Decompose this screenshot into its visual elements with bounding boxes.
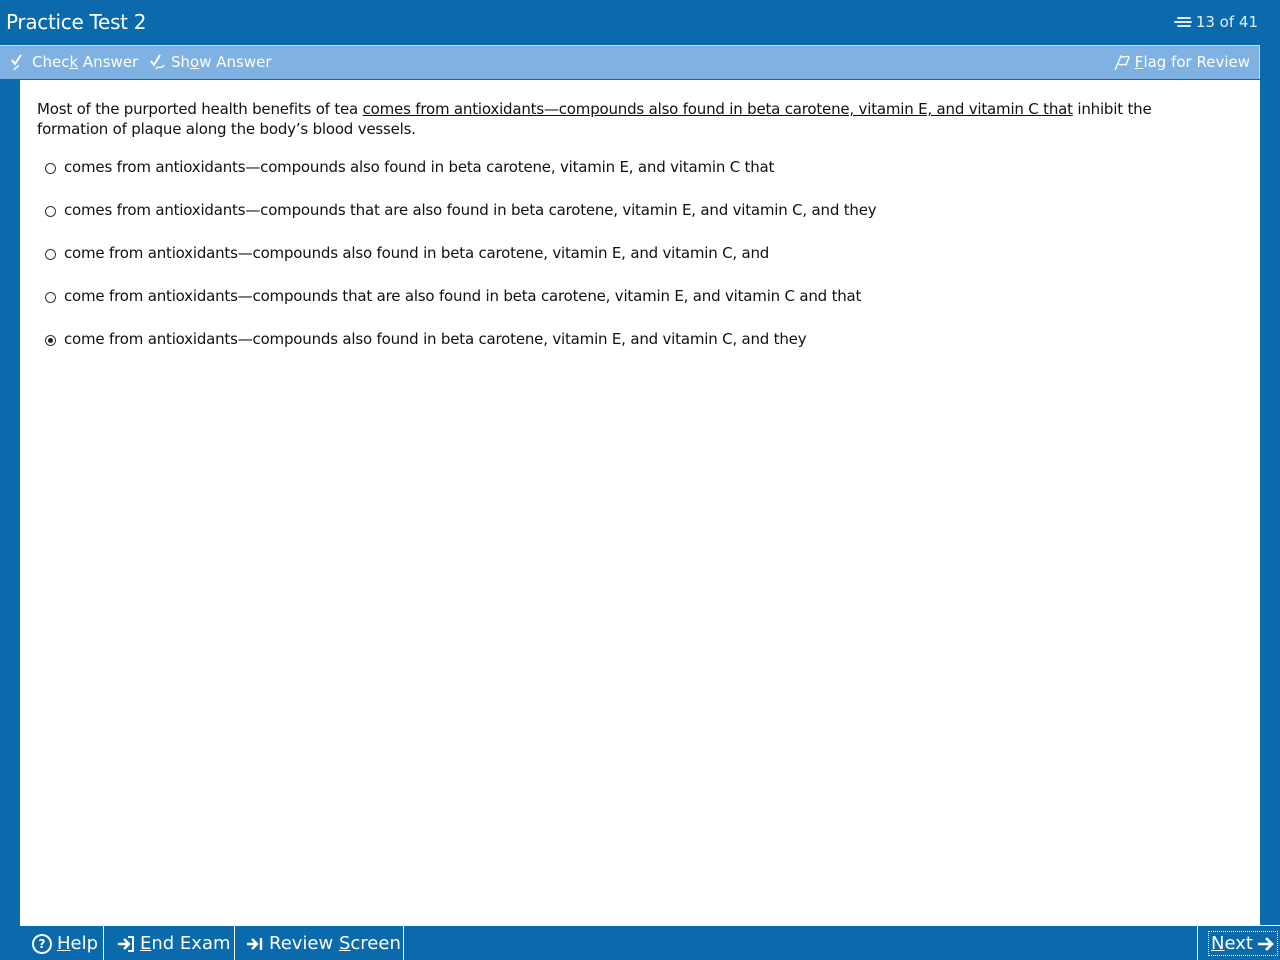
question-prefix: Most of the purported health benefits of… bbox=[37, 100, 363, 118]
check-answer-label: Check Answer bbox=[32, 53, 139, 71]
flag-for-review-button[interactable]: Flag for Review bbox=[1113, 53, 1250, 71]
flag-for-review-label: Flag for Review bbox=[1134, 53, 1250, 71]
radio-button[interactable] bbox=[45, 206, 56, 217]
window-title: Practice Test 2 bbox=[6, 10, 147, 34]
answer-option-c[interactable]: come from antioxidants—compounds also fo… bbox=[45, 243, 1225, 263]
help-label: Help bbox=[57, 933, 99, 954]
answer-option-e[interactable]: come from antioxidants—compounds also fo… bbox=[45, 329, 1225, 349]
radio-button[interactable] bbox=[45, 292, 56, 303]
list-icon bbox=[1173, 16, 1192, 28]
help-icon: ? bbox=[32, 933, 52, 954]
end-exam-label: End Exam bbox=[140, 933, 231, 954]
show-answer-label: Show Answer bbox=[171, 53, 272, 71]
answer-options: comes from antioxidants—compounds also f… bbox=[45, 157, 1225, 372]
answer-option-a[interactable]: comes from antioxidants—compounds also f… bbox=[45, 157, 1225, 177]
next-button[interactable]: Next bbox=[1197, 926, 1280, 960]
bottom-navigation-bar: ? Help End Exam Review Screen Next bbox=[20, 925, 1280, 960]
radio-button[interactable] bbox=[45, 163, 56, 174]
question-panel: Most of the purported health benefits of… bbox=[20, 80, 1260, 925]
title-bar: Practice Test 2 13 of 41 bbox=[0, 0, 1280, 44]
review-screen-button[interactable]: Review Screen bbox=[236, 926, 404, 960]
toolbar: Check Answer Show Answer Flag for Review bbox=[0, 45, 1260, 79]
help-button[interactable]: ? Help bbox=[20, 926, 104, 960]
question-counter-text: 13 of 41 bbox=[1195, 13, 1258, 31]
question-underlined-portion: comes from antioxidants—compounds also f… bbox=[362, 100, 1073, 118]
next-arrow-icon bbox=[1257, 936, 1274, 951]
end-exam-icon bbox=[118, 935, 134, 952]
flag-icon bbox=[1114, 54, 1130, 70]
radio-button[interactable] bbox=[45, 335, 56, 346]
review-screen-icon bbox=[247, 937, 263, 950]
question-text: Most of the purported health benefits of… bbox=[37, 99, 1227, 139]
question-counter: 13 of 41 bbox=[1173, 13, 1258, 31]
answer-option-b[interactable]: comes from antioxidants—compounds that a… bbox=[45, 200, 1225, 220]
review-screen-label: Review Screen bbox=[269, 933, 401, 954]
end-exam-button[interactable]: End Exam bbox=[105, 926, 235, 960]
answer-option-d[interactable]: come from antioxidants—compounds that ar… bbox=[45, 286, 1225, 306]
show-answer-button[interactable]: Show Answer bbox=[149, 53, 272, 71]
show-answer-icon bbox=[150, 53, 165, 69]
check-answer-icon bbox=[11, 53, 22, 70]
next-label: Next bbox=[1208, 931, 1278, 956]
answer-option-text: comes from antioxidants—compounds also f… bbox=[64, 158, 775, 176]
exam-window: Practice Test 2 13 of 41 Check Answer Sh… bbox=[0, 0, 1280, 960]
answer-option-text: come from antioxidants—compounds that ar… bbox=[64, 287, 862, 305]
answer-option-text: come from antioxidants—compounds also fo… bbox=[64, 244, 770, 262]
radio-button[interactable] bbox=[45, 249, 56, 260]
answer-option-text: comes from antioxidants—compounds that a… bbox=[64, 201, 877, 219]
check-answer-button[interactable]: Check Answer bbox=[10, 53, 138, 71]
answer-option-text: come from antioxidants—compounds also fo… bbox=[64, 330, 807, 348]
